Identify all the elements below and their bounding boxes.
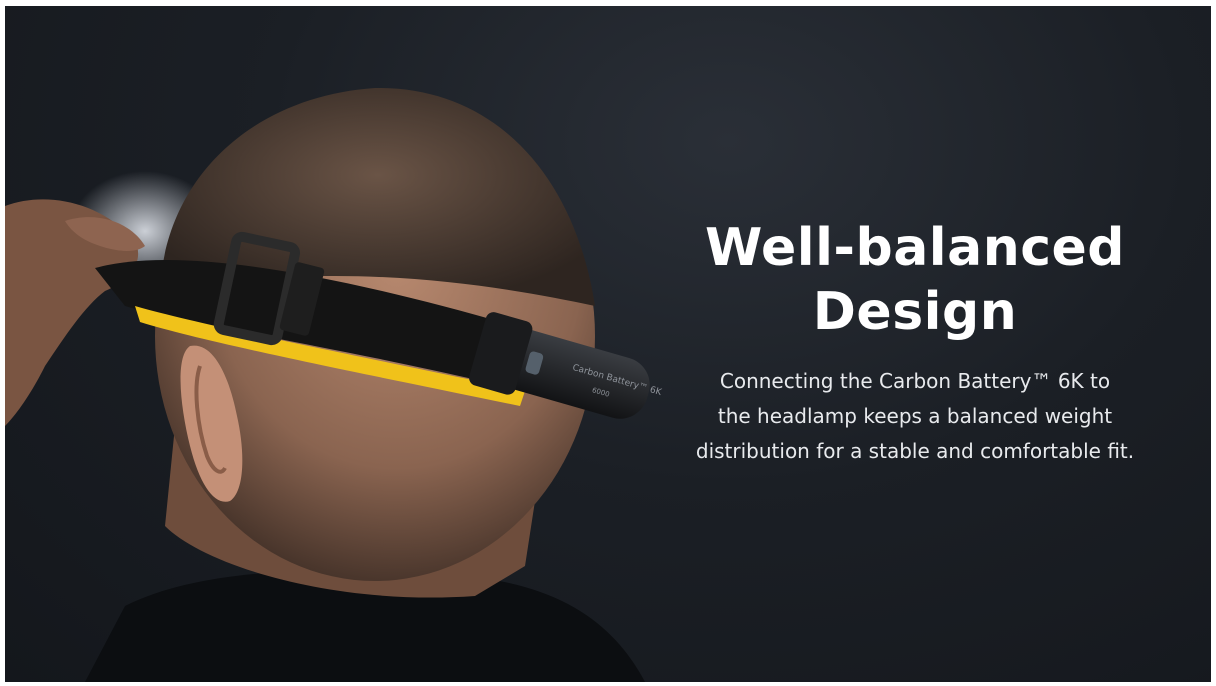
description: Connecting the Carbon Battery™ 6K to the… <box>645 364 1185 469</box>
description-line-1: Connecting the Carbon Battery™ 6K to <box>719 369 1111 393</box>
headline: Well-balanced Design <box>645 216 1185 344</box>
headline-line-2: Design <box>812 282 1018 342</box>
description-line-3: distribution for a stable and comfortabl… <box>695 439 1135 463</box>
product-banner: Carbon Battery™ 6K 6000 Well-balanced De… <box>5 6 1211 682</box>
headline-line-1: Well-balanced <box>704 218 1126 278</box>
description-line-2: the headlamp keeps a balanced weight <box>717 404 1113 428</box>
banner-copy: Well-balanced Design Connecting the Carb… <box>645 216 1185 469</box>
